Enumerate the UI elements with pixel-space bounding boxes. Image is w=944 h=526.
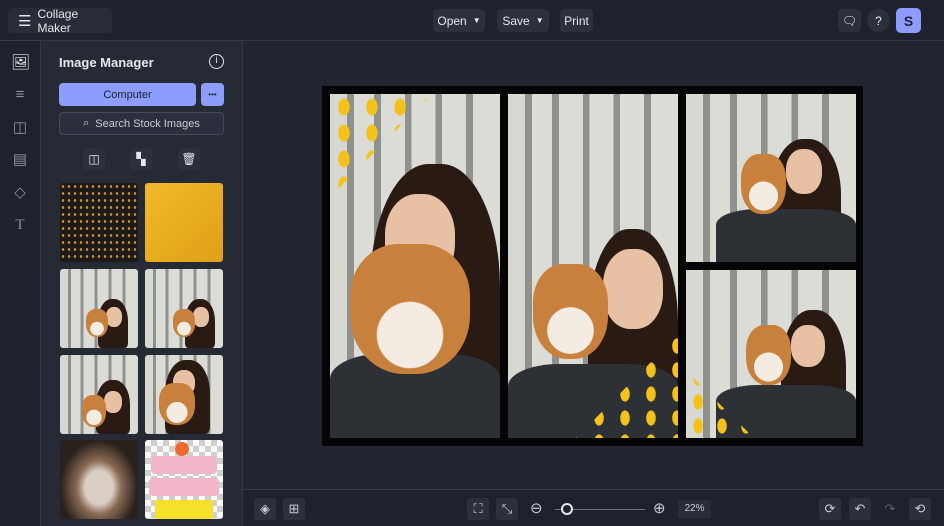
grid-button[interactable]: ⊞ xyxy=(283,498,305,520)
save-button[interactable]: Save ▼ xyxy=(497,9,549,32)
zoom-value[interactable]: 22% xyxy=(678,500,711,518)
undo-icon: ↶ xyxy=(854,501,866,516)
actual-size-button[interactable]: ⤡ xyxy=(496,498,518,520)
layout-icon[interactable]: ◫ xyxy=(11,119,29,137)
image-icon[interactable]: 🖼 xyxy=(11,54,30,72)
redo-icon: ↷ xyxy=(884,501,896,516)
search-stock-images-button[interactable]: ⌕ Search Stock Images xyxy=(59,112,224,135)
undo-button[interactable]: ↶ xyxy=(849,498,871,520)
zoom-out-icon[interactable]: ⊖ xyxy=(530,500,543,518)
thumbnail-gold[interactable] xyxy=(145,183,223,262)
search-label: Search Stock Images xyxy=(95,117,200,130)
app-menu-button[interactable]: ☰ Collage Maker xyxy=(8,6,112,35)
collage[interactable] xyxy=(322,86,863,446)
zoom-in-icon[interactable]: ⊕ xyxy=(653,500,666,518)
refresh-icon: ⟳ xyxy=(824,501,836,516)
panel-title: Image Manager xyxy=(59,55,154,70)
collapse-icon: ⤡ xyxy=(501,501,513,516)
collage-cell-4[interactable] xyxy=(686,270,856,438)
search-icon: ⌕ xyxy=(83,117,90,129)
history-icon: ⟲ xyxy=(914,501,926,516)
expand-icon: ⛶ xyxy=(473,501,483,516)
layers-icon: ◈ xyxy=(260,501,270,516)
redo-button[interactable]: ↷ xyxy=(879,498,901,520)
feedback-button[interactable]: 🗨 xyxy=(838,9,861,32)
image-manager-panel: Image Manager i Computer ••• ⌕ Search Sto… xyxy=(41,41,243,526)
thumbnail-photo[interactable] xyxy=(145,269,223,348)
chevron-down-icon: ▼ xyxy=(472,16,481,25)
thumbnail-kitten[interactable] xyxy=(60,440,138,519)
avatar-initial: S xyxy=(903,12,914,29)
refresh-button[interactable]: ⟳ xyxy=(819,498,841,520)
text-icon[interactable]: T xyxy=(11,216,29,234)
layout-toggle-button[interactable]: ◫ xyxy=(83,148,105,170)
computer-upload-button[interactable]: Computer xyxy=(59,83,196,106)
thumbnail-cupcake[interactable] xyxy=(145,440,223,519)
history-button[interactable]: ⟲ xyxy=(909,498,931,520)
adjustments-icon[interactable]: ≡ xyxy=(11,86,29,104)
hamburger-icon: ☰ xyxy=(18,12,32,30)
more-options-button[interactable]: ••• xyxy=(201,83,224,106)
graphics-icon[interactable]: ◇ xyxy=(11,184,29,202)
collage-cell-2[interactable] xyxy=(508,94,678,438)
grid-icon: ▚ xyxy=(136,152,146,166)
tool-rail: 🖼 ≡ ◫ ▤ ◇ T xyxy=(0,41,41,526)
avatar[interactable]: S xyxy=(896,8,921,33)
computer-label: Computer xyxy=(103,88,152,101)
trash-icon: 🗑 xyxy=(181,152,197,166)
thumbnail-photo[interactable] xyxy=(60,355,138,434)
print-label: Print xyxy=(564,13,589,28)
comment-icon: 🗨 xyxy=(841,13,858,28)
layers-button[interactable]: ◈ xyxy=(254,498,276,520)
canvas-area xyxy=(243,41,944,489)
delete-button[interactable]: 🗑 xyxy=(178,148,200,170)
help-button[interactable]: ? xyxy=(867,9,890,32)
collage-cell-1[interactable] xyxy=(330,94,500,438)
open-label: Open xyxy=(437,13,467,28)
bottom-bar: ◈ ⊞ ⛶ ⤡ ⊖ ⊕ 22% ⟳ ↶ ↷ ⟲ xyxy=(243,489,944,526)
layout-icon: ◫ xyxy=(88,152,100,166)
save-label: Save xyxy=(502,13,530,28)
top-bar: ☰ Collage Maker Open ▼ Save ▼ Print 🗨 ? S xyxy=(0,0,944,41)
thumbnail-photo[interactable] xyxy=(60,269,138,348)
help-icon: ? xyxy=(875,13,882,28)
background-icon[interactable]: ▤ xyxy=(11,151,29,169)
grid-icon: ⊞ xyxy=(288,501,300,516)
chevron-down-icon: ▼ xyxy=(535,16,544,25)
thumbnail-glitter[interactable] xyxy=(60,183,138,262)
open-button[interactable]: Open ▼ xyxy=(433,9,485,32)
print-button[interactable]: Print xyxy=(560,9,593,32)
zoom-slider-handle[interactable] xyxy=(561,503,573,515)
app-title: Collage Maker xyxy=(37,6,79,35)
collage-cell-3[interactable] xyxy=(686,94,856,262)
fit-to-screen-button[interactable]: ⛶ xyxy=(467,498,489,520)
more-icon: ••• xyxy=(208,90,217,99)
thumbnail-photo[interactable] xyxy=(145,355,223,434)
info-icon[interactable]: i xyxy=(209,54,224,69)
grid-view-button[interactable]: ▚ xyxy=(130,148,152,170)
